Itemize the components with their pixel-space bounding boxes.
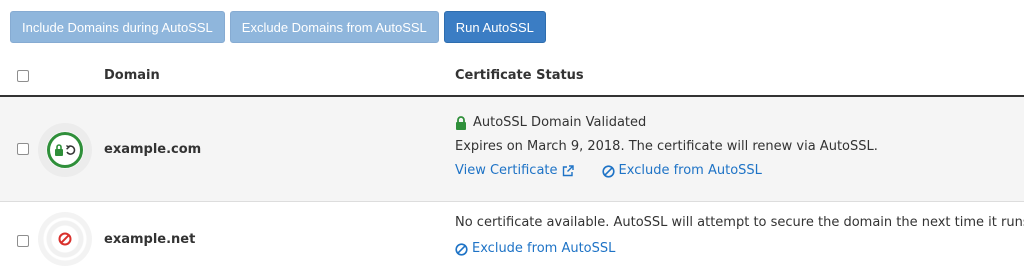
table-row: example.com AutoSSL Domain Validated Exp… <box>0 97 1024 202</box>
certificate-status: AutoSSL Domain Validated Expires on Marc… <box>455 114 878 186</box>
include-domains-button[interactable]: Include Domains during AutoSSL <box>10 11 225 43</box>
certificate-status-column-header: Certificate Status <box>455 68 584 83</box>
toolbar: Include Domains during AutoSSL Exclude D… <box>10 11 546 43</box>
status-title: AutoSSL Domain Validated <box>473 115 647 130</box>
exclude-from-autossl-link[interactable]: Exclude from AutoSSL <box>455 240 615 258</box>
no-certificate-icon <box>38 212 92 266</box>
view-certificate-link[interactable]: View Certificate <box>455 162 574 180</box>
lock-icon <box>455 114 473 130</box>
external-link-icon <box>562 165 574 177</box>
validated-lock-icon <box>38 123 92 177</box>
domain-name: example.com <box>104 142 202 157</box>
exclude-domains-button[interactable]: Exclude Domains from AutoSSL <box>229 11 439 43</box>
ban-icon <box>455 242 468 256</box>
row-checkbox[interactable] <box>17 235 29 247</box>
table-header: Domain Certificate Status <box>0 54 1024 97</box>
domain-name: example.net <box>104 232 196 247</box>
run-autossl-button[interactable]: Run AutoSSL <box>443 11 546 43</box>
certificate-status: No certificate available. AutoSSL will a… <box>455 214 1024 264</box>
status-detail: Expires on March 9, 2018. The certificat… <box>455 139 878 154</box>
exclude-from-autossl-link[interactable]: Exclude from AutoSSL <box>601 162 762 180</box>
exclude-label: Exclude from AutoSSL <box>618 163 762 178</box>
exclude-label: Exclude from AutoSSL <box>472 241 616 256</box>
domain-column-header[interactable]: Domain <box>104 68 160 83</box>
ban-icon <box>601 164 615 178</box>
status-detail: No certificate available. AutoSSL will a… <box>455 215 1024 230</box>
table-row: example.net No certificate available. Au… <box>0 202 1024 277</box>
row-checkbox[interactable] <box>17 143 29 155</box>
view-certificate-label: View Certificate <box>455 163 558 178</box>
select-all-checkbox[interactable] <box>17 70 29 82</box>
